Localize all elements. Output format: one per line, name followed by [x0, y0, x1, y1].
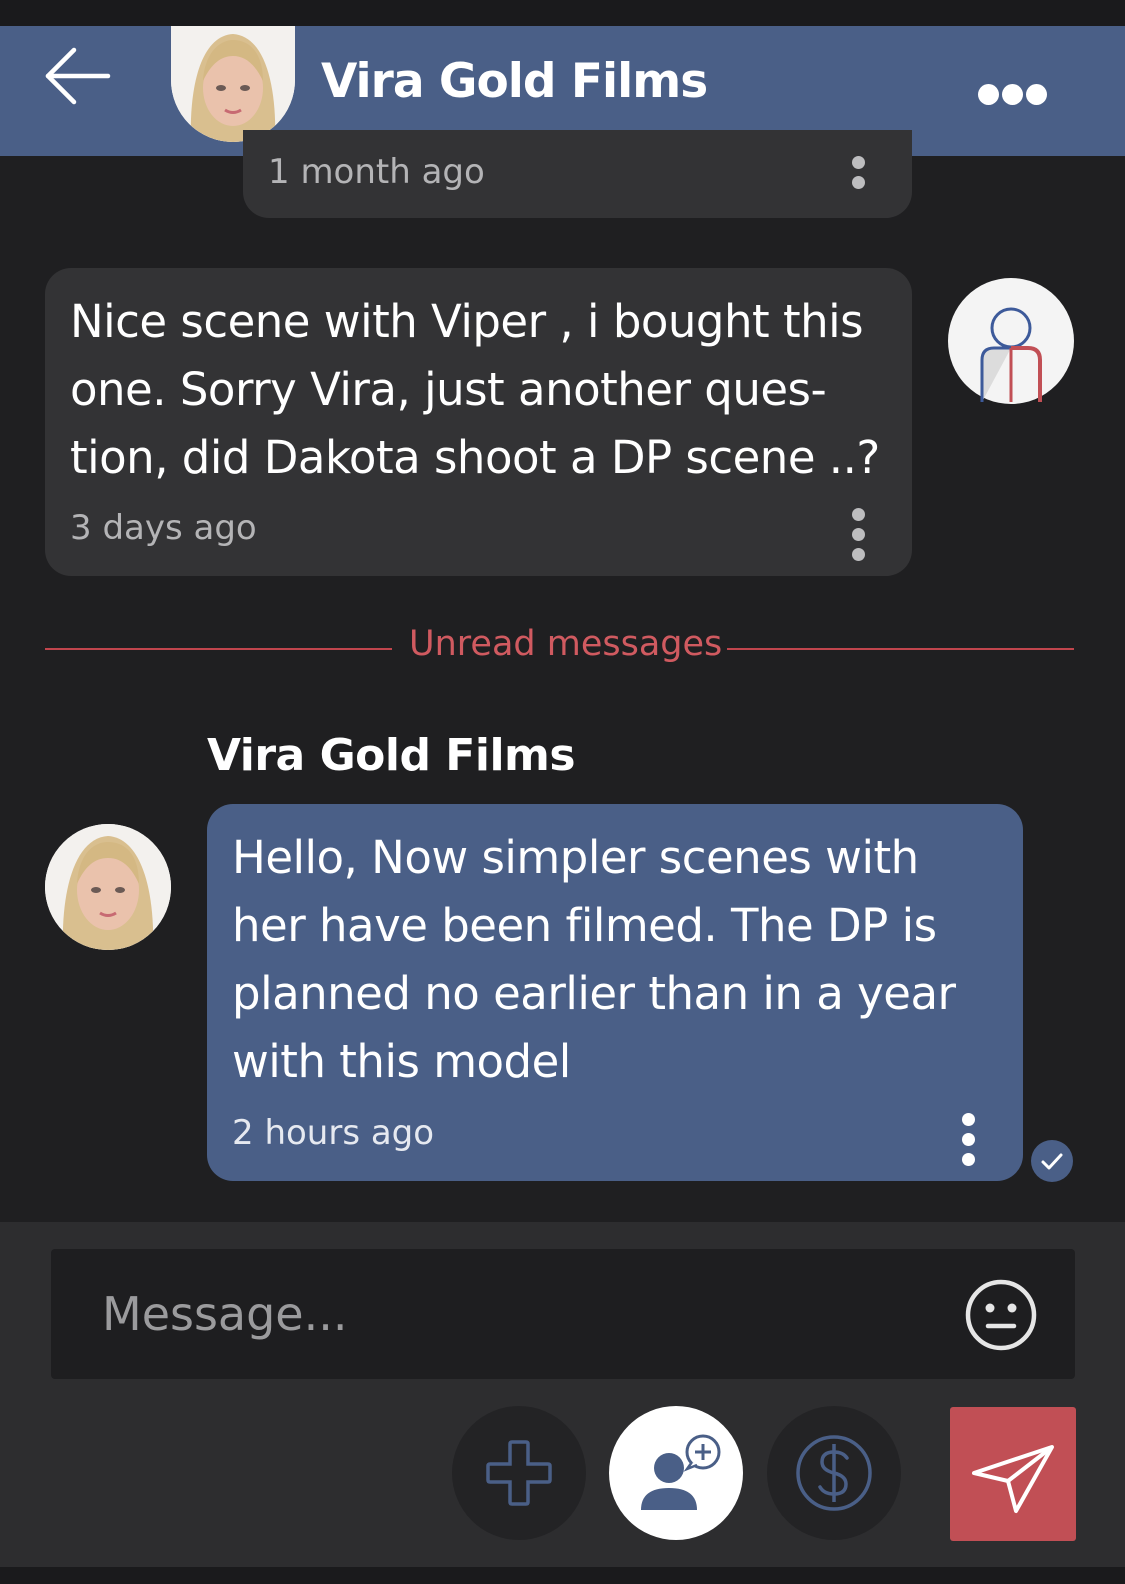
chat-title: Vira Gold Films: [321, 54, 708, 109]
unread-divider-line: [45, 648, 392, 650]
avatar-image: [45, 824, 171, 950]
tip-button[interactable]: [767, 1406, 901, 1540]
add-contact-icon: [641, 1434, 721, 1510]
read-receipt-icon: [1031, 1140, 1073, 1182]
message-text-line: one. Sorry Vira, just another ques-: [70, 363, 827, 416]
back-button[interactable]: [40, 40, 120, 110]
message-timestamp: 1 month ago: [268, 152, 485, 192]
status-strip: [0, 0, 1125, 26]
unread-divider-label: Unread messages: [409, 624, 723, 664]
message-menu-icon[interactable]: [851, 156, 867, 194]
more-options-button[interactable]: [978, 84, 1054, 114]
message-timestamp: 2 hours ago: [232, 1113, 435, 1153]
dollar-icon: [796, 1435, 872, 1511]
bottom-strip: [0, 1567, 1125, 1584]
sender-avatar[interactable]: [45, 824, 171, 950]
more-dots-icon: [978, 84, 999, 105]
plus-icon: [486, 1440, 552, 1506]
unread-divider-line: [727, 648, 1074, 650]
message-menu-icon[interactable]: [851, 508, 867, 564]
message-text-line: tion, did Dakota shoot a DP scene ..?: [70, 431, 880, 484]
attach-button[interactable]: [452, 1406, 586, 1540]
contact-avatar[interactable]: [171, 26, 295, 142]
add-contact-button[interactable]: [609, 1406, 743, 1540]
message-input[interactable]: [100, 1276, 924, 1352]
message-menu-icon[interactable]: [961, 1113, 977, 1169]
sender-name: Vira Gold Films: [207, 730, 576, 781]
message-text-line: planned no earlier than in a year: [232, 967, 956, 1020]
arrow-left-icon: [45, 47, 111, 105]
paper-plane-icon: [972, 1445, 1054, 1513]
avatar-image: [171, 26, 295, 142]
send-button[interactable]: [950, 1407, 1076, 1541]
message-text-line: her have been filmed. The DP is: [232, 899, 937, 952]
smiley-icon: [965, 1279, 1037, 1351]
message-timestamp: 3 days ago: [70, 508, 257, 548]
message-text-line: with this model: [232, 1035, 571, 1088]
message-text-line: Nice scene with Viper , i bought this: [70, 295, 864, 348]
user-placeholder-icon: [980, 307, 1042, 402]
user-avatar[interactable]: [948, 278, 1074, 404]
emoji-button[interactable]: [963, 1277, 1039, 1353]
message-text-line: Hello, Now simpler scenes with: [232, 831, 919, 884]
